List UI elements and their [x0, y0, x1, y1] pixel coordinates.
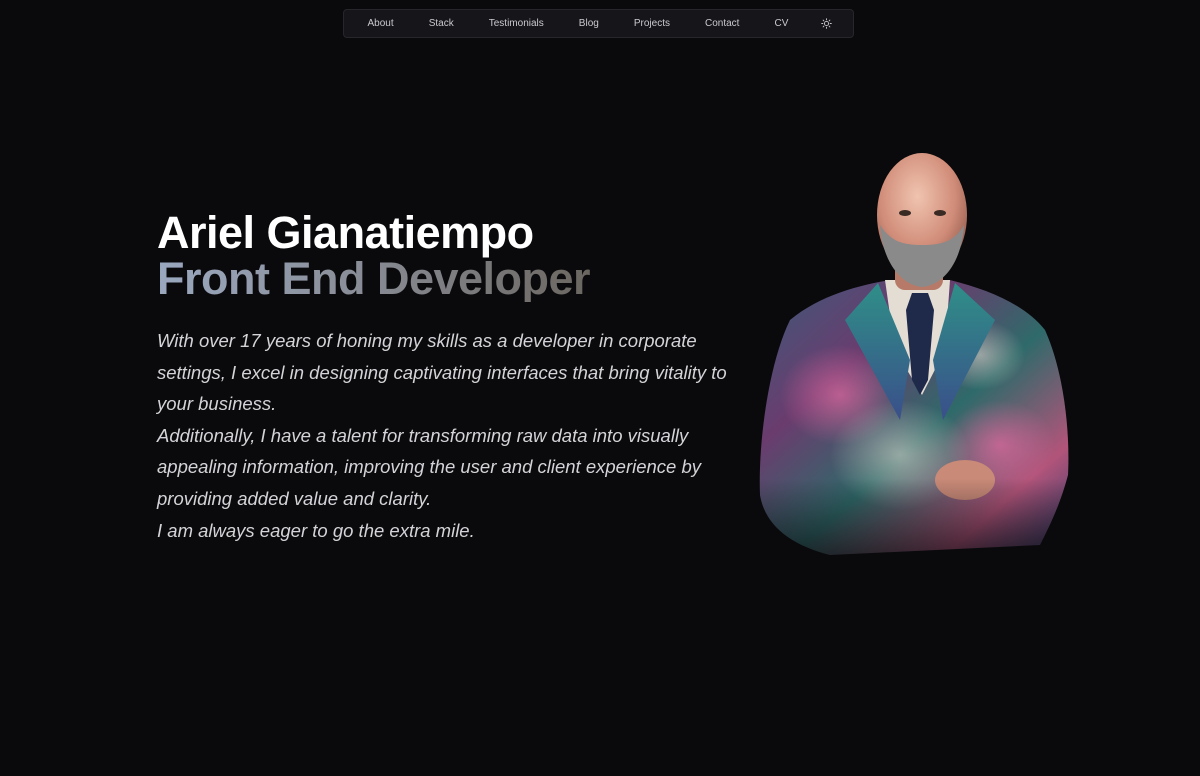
nav-item-stack[interactable]: Stack [425, 14, 458, 33]
nav-item-contact[interactable]: Contact [701, 14, 743, 33]
nav-item-projects[interactable]: Projects [630, 14, 674, 33]
portrait-image [750, 145, 1080, 590]
bio-paragraph-3: I am always eager to go the extra mile. [157, 519, 475, 541]
top-nav: About Stack Testimonials Blog Projects C… [343, 9, 854, 38]
page: About Stack Testimonials Blog Projects C… [0, 0, 1200, 776]
nav-item-blog[interactable]: Blog [575, 14, 603, 33]
nav-item-cv[interactable]: CV [771, 14, 793, 33]
nav-item-about[interactable]: About [364, 14, 398, 33]
bio-paragraph-2: Additionally, I have a talent for transf… [157, 424, 702, 509]
theme-toggle-button[interactable] [819, 17, 833, 31]
bio-paragraph-1: With over 17 years of honing my skills a… [157, 330, 727, 415]
hero-heading: Ariel Gianatiempo Front End Developer [157, 207, 591, 304]
nav-item-testimonials[interactable]: Testimonials [485, 14, 548, 33]
sun-icon [821, 18, 832, 29]
hero-bio: With over 17 years of honing my skills a… [157, 325, 757, 546]
hero-name: Ariel Gianatiempo [157, 207, 534, 258]
hero-role: Front End Developer [157, 253, 591, 304]
